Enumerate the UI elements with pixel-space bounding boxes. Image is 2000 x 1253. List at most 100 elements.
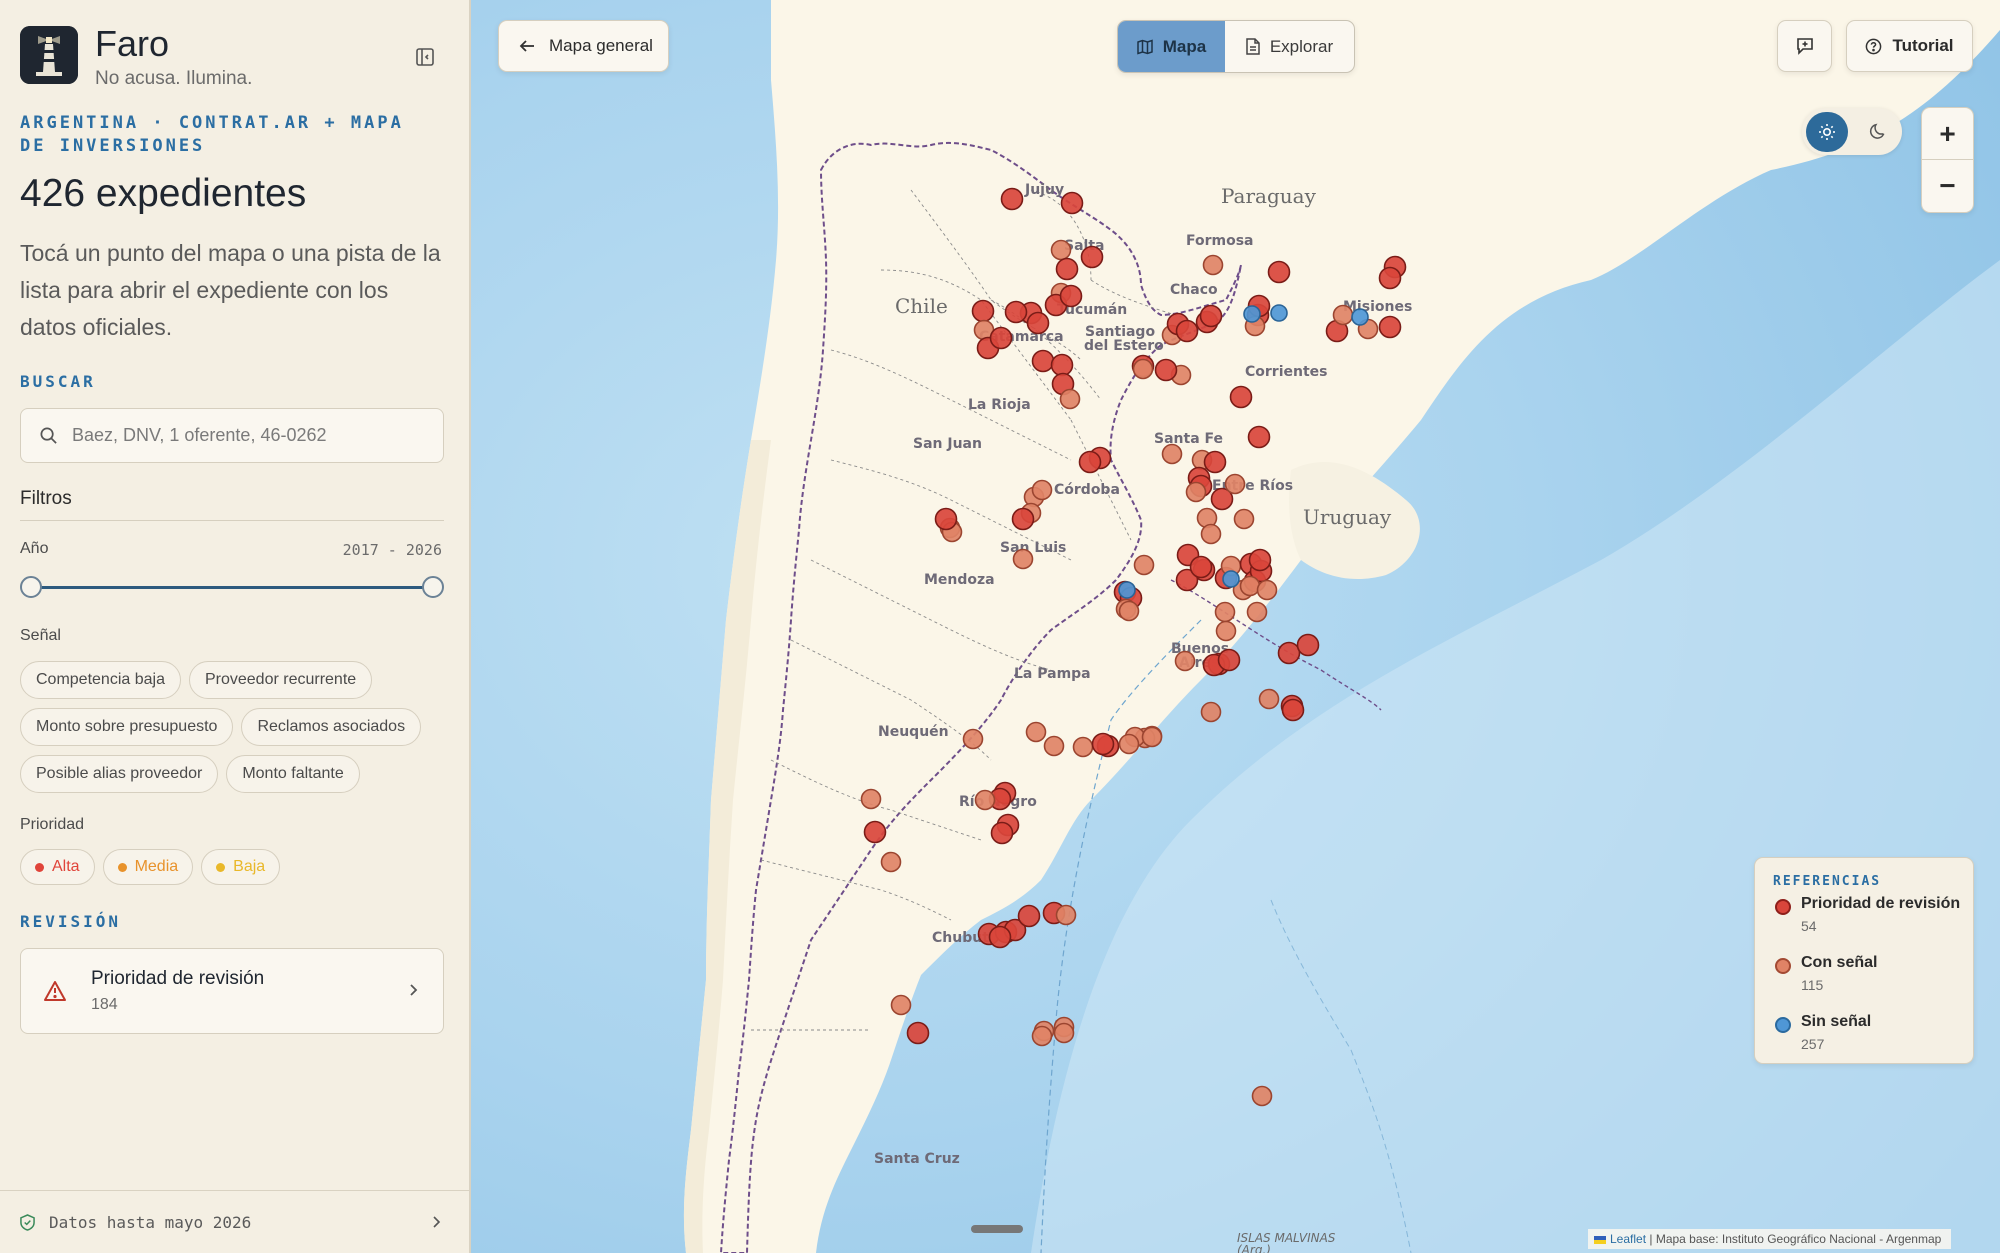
legend-item-nosignal[interactable]: Sin señal 257	[1773, 1013, 1973, 1066]
leaflet-link[interactable]: Leaflet	[1610, 1232, 1646, 1246]
case-marker[interactable]	[1161, 443, 1183, 465]
case-marker[interactable]	[1055, 904, 1077, 926]
case-marker[interactable]	[1118, 581, 1136, 599]
case-marker[interactable]	[1258, 688, 1280, 710]
priority-chip-baja[interactable]: Baja	[201, 849, 281, 885]
case-marker[interactable]	[1247, 425, 1271, 449]
map-canvas[interactable]: Paraguay Chile Uruguay Jujuy Salta Formo…	[471, 0, 2000, 1253]
case-marker[interactable]	[1239, 575, 1261, 597]
search-input[interactable]	[72, 425, 432, 446]
signal-chip[interactable]: Monto faltante	[226, 755, 360, 793]
case-marker[interactable]	[1378, 315, 1402, 339]
case-marker[interactable]	[1091, 732, 1115, 756]
case-marker[interactable]	[1072, 736, 1094, 758]
case-marker[interactable]	[1217, 648, 1241, 672]
case-marker[interactable]	[1055, 257, 1079, 281]
case-marker[interactable]	[1224, 473, 1246, 495]
tutorial-button[interactable]: Tutorial	[1846, 20, 1973, 72]
case-marker[interactable]	[1296, 633, 1320, 657]
dark-theme-button[interactable]	[1856, 112, 1898, 152]
legend-item-priority[interactable]: Prioridad de revisión 54	[1773, 895, 1973, 948]
signal-chip[interactable]: Monto sobre presupuesto	[20, 708, 234, 746]
case-marker[interactable]	[863, 820, 887, 844]
case-marker[interactable]	[1078, 450, 1102, 474]
case-marker[interactable]	[1233, 508, 1255, 530]
feedback-button[interactable]	[1777, 20, 1832, 72]
case-marker[interactable]	[1270, 304, 1288, 322]
case-marker[interactable]	[1080, 245, 1104, 269]
zoom-in-button[interactable]: +	[1922, 108, 1973, 160]
case-marker[interactable]	[1012, 548, 1034, 570]
slider-thumb-start[interactable]	[20, 576, 42, 598]
case-marker[interactable]	[1229, 385, 1253, 409]
case-marker[interactable]	[1189, 555, 1213, 579]
signal-chip[interactable]: Posible alias proveedor	[20, 755, 219, 793]
case-marker[interactable]	[1031, 349, 1055, 373]
case-marker[interactable]	[890, 994, 912, 1016]
case-marker[interactable]	[1256, 579, 1278, 601]
signal-chip[interactable]: Proveedor recurrente	[188, 661, 373, 699]
case-marker[interactable]	[1031, 479, 1053, 501]
case-marker[interactable]	[1050, 239, 1072, 261]
case-marker[interactable]	[1202, 254, 1224, 276]
case-marker[interactable]	[1118, 600, 1140, 622]
case-marker[interactable]	[974, 789, 996, 811]
case-marker[interactable]	[1175, 319, 1199, 343]
case-marker[interactable]	[1025, 721, 1047, 743]
case-marker[interactable]	[1133, 554, 1155, 576]
case-marker[interactable]	[962, 728, 984, 750]
case-marker[interactable]	[1118, 733, 1140, 755]
search-box[interactable]	[20, 408, 444, 463]
legend-item-signal[interactable]: Con señal 115	[1773, 954, 1973, 1007]
case-marker[interactable]	[1378, 266, 1402, 290]
signal-chip[interactable]: Reclamos asociados	[241, 708, 422, 746]
case-marker[interactable]	[880, 851, 902, 873]
case-marker[interactable]	[1017, 904, 1041, 928]
slider-thumb-end[interactable]	[422, 576, 444, 598]
case-marker[interactable]	[1281, 698, 1305, 722]
case-marker[interactable]	[1050, 353, 1074, 377]
case-marker[interactable]	[1215, 620, 1237, 642]
priority-chip-media[interactable]: Media	[102, 849, 194, 885]
case-marker[interactable]	[1154, 358, 1178, 382]
case-marker[interactable]	[1246, 601, 1268, 623]
case-marker[interactable]	[971, 299, 995, 323]
tab-map[interactable]: Mapa	[1118, 21, 1225, 72]
case-marker[interactable]	[1251, 1085, 1273, 1107]
back-to-general-map-button[interactable]: Mapa general	[498, 20, 669, 72]
case-marker[interactable]	[934, 507, 958, 531]
case-marker[interactable]	[1059, 284, 1083, 308]
case-marker[interactable]	[990, 821, 1014, 845]
case-marker[interactable]	[906, 1021, 930, 1045]
case-marker[interactable]	[1004, 300, 1028, 324]
case-marker[interactable]	[1332, 304, 1354, 326]
case-marker[interactable]	[1277, 641, 1301, 665]
tab-explore[interactable]: Explorar	[1225, 21, 1354, 72]
zoom-out-button[interactable]: −	[1922, 160, 1973, 212]
case-marker[interactable]	[1132, 358, 1154, 380]
case-marker[interactable]	[1222, 570, 1240, 588]
case-marker[interactable]	[1031, 1025, 1053, 1047]
case-marker[interactable]	[989, 326, 1013, 350]
case-marker[interactable]	[1141, 726, 1163, 748]
case-marker[interactable]	[1011, 507, 1035, 531]
case-marker[interactable]	[1000, 187, 1024, 211]
priority-chip-alta[interactable]: Alta	[20, 849, 95, 885]
case-marker[interactable]	[1185, 481, 1207, 503]
case-marker[interactable]	[1043, 735, 1065, 757]
data-freshness-footer[interactable]: Datos hasta mayo 2026	[0, 1190, 469, 1253]
case-marker[interactable]	[1200, 523, 1222, 545]
case-marker[interactable]	[1243, 305, 1261, 323]
case-marker[interactable]	[1200, 701, 1222, 723]
year-range-slider[interactable]	[20, 575, 444, 599]
case-marker[interactable]	[1174, 650, 1196, 672]
case-marker[interactable]	[1214, 601, 1236, 623]
case-marker[interactable]	[1351, 308, 1369, 326]
case-marker[interactable]	[1267, 260, 1291, 284]
case-marker[interactable]	[1199, 304, 1223, 328]
case-marker[interactable]	[1060, 191, 1084, 215]
case-marker[interactable]	[1248, 548, 1272, 572]
case-marker[interactable]	[1203, 450, 1227, 474]
case-marker[interactable]	[1059, 388, 1081, 410]
case-marker[interactable]	[1026, 311, 1050, 335]
